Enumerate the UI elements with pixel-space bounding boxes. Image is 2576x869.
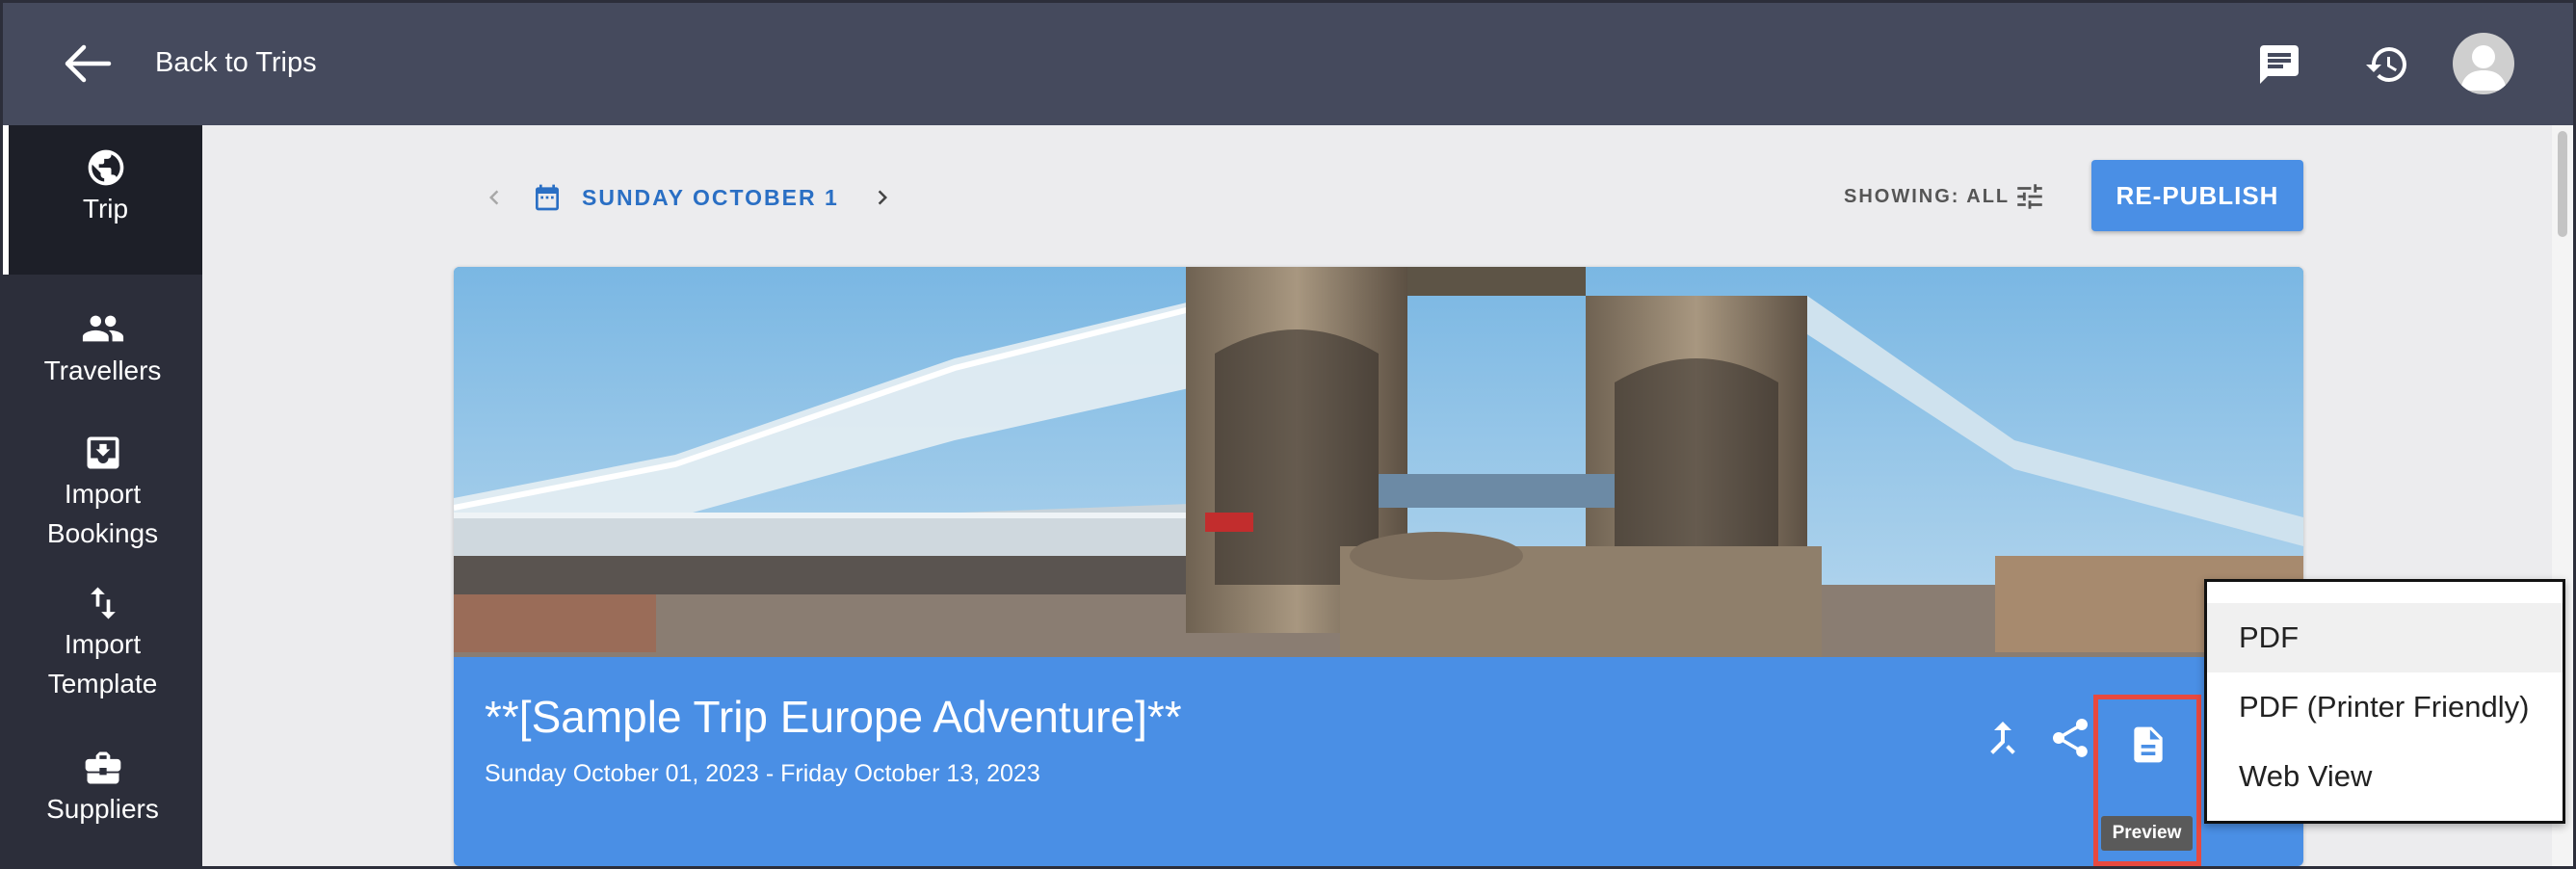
- trip-card: **[Sample Trip Europe Adventure]** Sunda…: [454, 267, 2303, 866]
- top-bar: Back to Trips: [3, 3, 2573, 125]
- sidebar-item-suppliers[interactable]: Suppliers: [3, 747, 202, 829]
- sidebar-item-label: Import Template: [47, 629, 158, 698]
- trip-banner-image: [454, 267, 2303, 657]
- calendar-icon: [536, 184, 559, 211]
- preview-tooltip: Preview: [2101, 816, 2193, 851]
- showing-filter-label[interactable]: SHOWING: ALL: [1844, 186, 2010, 208]
- tune-icon[interactable]: [2013, 180, 2046, 213]
- people-icon: [82, 315, 123, 342]
- back-arrow-icon[interactable]: [61, 41, 113, 86]
- trip-dates: Sunday October 01, 2023 - Friday October…: [485, 760, 1040, 787]
- swap-vert-icon: [90, 587, 116, 619]
- avatar[interactable]: [2453, 33, 2514, 94]
- current-date[interactable]: SUNDAY OCTOBER 1: [582, 185, 839, 211]
- chevron-left-icon[interactable]: [480, 181, 509, 214]
- sidebar-item-import-template[interactable]: Import Template: [3, 582, 202, 703]
- globe-icon: [88, 149, 123, 186]
- chat-icon[interactable]: [2256, 41, 2302, 88]
- sidebar-item-label: Import Bookings: [46, 479, 159, 548]
- sidebar-item-label: Suppliers: [46, 794, 159, 824]
- back-to-trips-link[interactable]: Back to Trips: [155, 47, 317, 79]
- date-navigator: SUNDAY OCTOBER 1: [480, 178, 897, 217]
- sidebar-item-label: Travellers: [43, 356, 162, 385]
- menu-item-pdf[interactable]: PDF: [2207, 603, 2563, 672]
- preview-button[interactable]: [2105, 706, 2192, 783]
- user-icon: [2460, 45, 2507, 91]
- sidebar-item-travellers[interactable]: Travellers: [3, 306, 202, 390]
- app-window: Back to Trips Trip Travellers Import Boo…: [3, 3, 2573, 866]
- menu-item-web-view[interactable]: Web View: [2207, 742, 2563, 811]
- import-icon: [87, 436, 118, 469]
- sidebar-item-trip[interactable]: Trip: [3, 125, 202, 275]
- sidebar-item-import-bookings[interactable]: Import Bookings: [3, 432, 202, 553]
- scrollbar-thumb[interactable]: [2558, 131, 2567, 237]
- document-icon: [2134, 726, 2163, 763]
- menu-item-pdf-printer-friendly[interactable]: PDF (Printer Friendly): [2207, 672, 2563, 742]
- sidebar: Trip Travellers Import Bookings Import T…: [3, 125, 202, 866]
- share-icon[interactable]: [2047, 715, 2093, 761]
- trip-title: **[Sample Trip Europe Adventure]**: [485, 692, 1182, 742]
- merge-icon[interactable]: [1980, 715, 2026, 761]
- chevron-right-icon[interactable]: [868, 181, 897, 214]
- sidebar-item-label: Trip: [82, 194, 129, 224]
- preview-menu: PDF PDF (Printer Friendly) Web View: [2204, 579, 2565, 824]
- briefcase-icon: [85, 751, 120, 784]
- history-icon[interactable]: [2364, 41, 2410, 88]
- republish-button[interactable]: RE-PUBLISH: [2091, 160, 2303, 231]
